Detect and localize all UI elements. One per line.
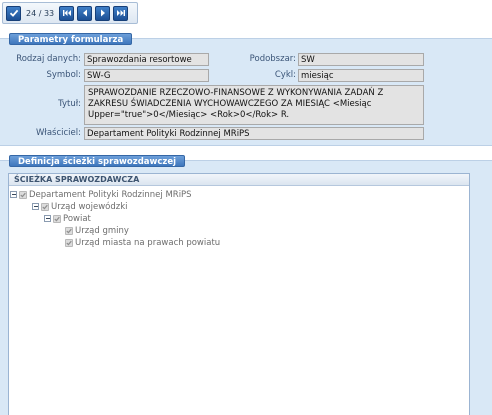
collapse-icon[interactable] [10, 191, 17, 198]
tree-node-label: Urząd miasta na prawach powiatu [75, 237, 221, 248]
podobszar-field[interactable]: SW [298, 53, 424, 66]
cykl-label: Cykl: [274, 70, 296, 80]
form-parameters-title: Parametry formularza [9, 33, 133, 45]
tree-node-departament[interactable]: Departament Polityki Rodzinnej MRiPS [10, 189, 192, 200]
collapse-icon[interactable] [32, 203, 39, 210]
tree-node-urzad-gminy[interactable]: Urząd gminy [65, 225, 129, 236]
reporting-path-panel: Definicja ścieżki sprawozdawczej ŚCIEŻKA… [0, 155, 492, 415]
tree-node-label: Urząd wojewódzki [51, 201, 128, 212]
tytul-label: Tytuł: [58, 99, 81, 109]
wlasciciel-label: Właściciel: [36, 128, 81, 138]
tree-node-urzad-miasta[interactable]: Urząd miasta na prawach powiatu [65, 237, 220, 248]
tree-node-label: Departament Polityki Rodzinnej MRiPS [29, 189, 192, 200]
symbol-field[interactable]: SW-G [84, 69, 209, 82]
navigation-toolbar: 24 / 33 [2, 2, 138, 24]
reporting-path-title: Definicja ścieżki sprawozdawczej [9, 155, 186, 167]
first-record-icon[interactable] [59, 5, 75, 21]
reporting-path-tree: ŚCIEŻKA SPRAWOZDAWCZA Departament Polity… [8, 173, 470, 415]
last-record-icon[interactable] [113, 5, 129, 21]
wlasciciel-field[interactable]: Departament Polityki Rodzinnej MRiPS [84, 127, 424, 140]
checkbox-icon [65, 226, 73, 235]
checkbox-icon [65, 238, 73, 247]
tree-node-label: Urząd gminy [75, 225, 129, 236]
tree-node-urzad-wojewodzki[interactable]: Urząd wojewódzki [32, 201, 128, 212]
previous-record-icon[interactable] [77, 5, 93, 21]
next-record-icon[interactable] [95, 5, 111, 21]
form-parameters-panel: Parametry formularza Rodzaj danych: Spra… [0, 33, 492, 146]
tree-node-label: Powiat [63, 213, 91, 224]
tytul-field[interactable]: SPRAWOZDANIE RZECZOWO-FINANSOWE Z WYKONY… [84, 85, 424, 125]
checkbox-icon [19, 190, 27, 199]
check-icon[interactable] [6, 5, 21, 21]
record-counter: 24 / 33 [26, 8, 55, 18]
cykl-field[interactable]: miesiąc [298, 69, 424, 82]
checkbox-icon [53, 214, 61, 223]
tree-column-header: ŚCIEŻKA SPRAWOZDAWCZA [9, 174, 469, 186]
symbol-label: Symbol: [46, 70, 81, 80]
collapse-icon[interactable] [44, 215, 51, 222]
podobszar-label: Podobszar: [249, 54, 296, 64]
rodzaj-danych-label: Rodzaj danych: [16, 54, 81, 64]
tree-node-powiat[interactable]: Powiat [44, 213, 91, 224]
rodzaj-danych-field[interactable]: Sprawozdania resortowe [84, 53, 209, 66]
checkbox-icon [41, 202, 49, 211]
